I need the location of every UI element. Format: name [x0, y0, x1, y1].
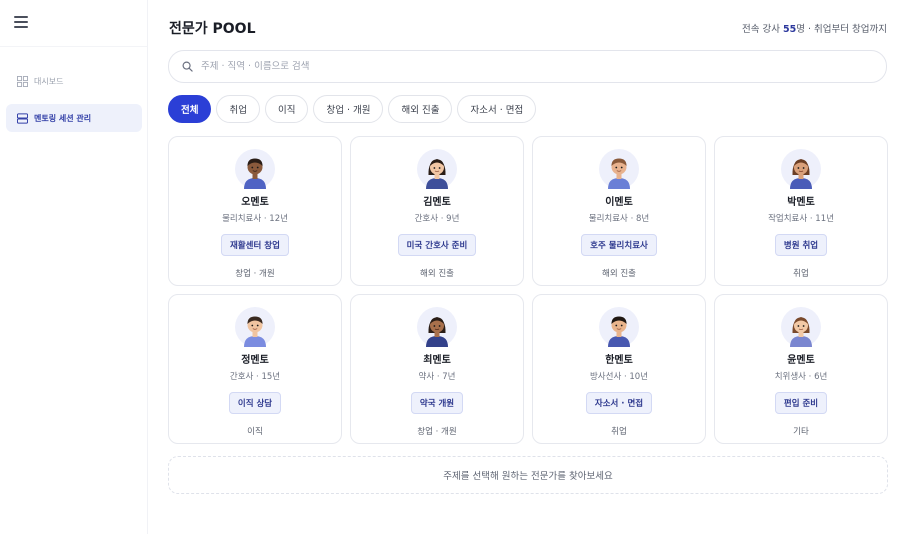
mentor-category: 기타	[793, 427, 809, 437]
person-avatar-icon	[244, 316, 266, 347]
page-title: 전문가 POOL	[169, 21, 256, 37]
mentor-topic-badge: 이직 상담	[228, 392, 282, 414]
mentor-card[interactable]: 김멘토 간호사 · 9년 미국 간호사 준비 해외 진출	[350, 136, 524, 286]
mentor-category: 해외 진출	[420, 269, 454, 279]
grid-icon	[17, 75, 28, 87]
person-avatar-icon	[426, 317, 448, 347]
avatar	[235, 149, 275, 189]
sidebar-item-label: 대시보드	[34, 76, 64, 86]
mentor-role: 간호사 · 9년	[414, 214, 460, 224]
person-avatar-icon	[608, 158, 630, 189]
mentor-name: 오멘토	[241, 197, 269, 208]
instructor-count: 55	[783, 24, 797, 35]
mentor-role: 간호사 · 15년	[229, 372, 281, 382]
mentor-card[interactable]: 한멘토 방사선사 · 10년 자소서 · 면접 취업	[532, 294, 706, 444]
mentor-name: 최멘토	[423, 355, 451, 366]
mentor-card[interactable]: 이멘토 물리치료사 · 8년 호주 물리치료사 해외 진출	[532, 136, 706, 286]
sidebar: 대시보드 멘토링 세션 관리	[0, 0, 148, 534]
mentor-category: 취업	[793, 269, 809, 279]
mentor-role: 약사 · 7년	[418, 372, 456, 382]
avatar	[235, 307, 275, 347]
mentor-category: 창업 · 개원	[417, 427, 457, 437]
category-tabs: 전체 취업 이직 창업 · 개원 해외 진출 자소서 · 면접	[168, 95, 537, 123]
person-avatar-icon	[790, 159, 812, 189]
mentor-name: 한멘토	[605, 355, 633, 366]
mentor-role: 물리치료사 · 12년	[222, 214, 288, 224]
search-bar	[168, 50, 887, 83]
mentor-card[interactable]: 윤멘토 치위생사 · 6년 편입 준비 기타	[714, 294, 888, 444]
mentor-grid: 오멘토 물리치료사 · 12년 재활센터 창업 창업 · 개원 김멘토 간호사 …	[168, 136, 888, 444]
layers-icon	[17, 112, 28, 124]
sidebar-item-label: 멘토링 세션 관리	[34, 113, 92, 123]
mentor-topic-badge: 재활센터 창업	[221, 234, 289, 256]
tab-job-change[interactable]: 이직	[264, 95, 309, 123]
mentor-card[interactable]: 정멘토 간호사 · 15년 이직 상담 이직	[168, 294, 342, 444]
sidebar-divider	[0, 46, 147, 47]
avatar	[417, 149, 457, 189]
mentor-topic-badge: 호주 물리치료사	[581, 234, 657, 256]
person-avatar-icon	[790, 317, 812, 347]
person-avatar-icon	[426, 159, 448, 189]
avatar	[781, 149, 821, 189]
mentor-category: 취업	[611, 427, 627, 437]
mentor-name: 윤멘토	[787, 355, 815, 366]
mentor-topic-badge: 편입 준비	[774, 392, 828, 414]
tab-all[interactable]: 전체	[168, 95, 212, 123]
avatar	[781, 307, 821, 347]
person-avatar-icon	[608, 316, 630, 347]
mentor-card[interactable]: 박멘토 작업치료사 · 11년 병원 취업 취업	[714, 136, 888, 286]
search-icon	[182, 61, 193, 72]
mentor-name: 정멘토	[241, 355, 269, 366]
avatar	[599, 307, 639, 347]
tab-resume-interview[interactable]: 자소서 · 면접	[457, 95, 537, 123]
mentor-card[interactable]: 최멘토 약사 · 7년 약국 개원 창업 · 개원	[350, 294, 524, 444]
mentor-category: 이직	[247, 427, 263, 437]
mentor-name: 김멘토	[423, 197, 451, 208]
mentor-role: 물리치료사 · 8년	[588, 214, 650, 224]
mentor-topic-badge: 병원 취업	[774, 234, 828, 256]
tab-startup[interactable]: 창업 · 개원	[313, 95, 384, 123]
tab-overseas[interactable]: 해외 진출	[388, 95, 453, 123]
mentor-category: 창업 · 개원	[235, 269, 275, 279]
tab-employment[interactable]: 취업	[216, 95, 260, 123]
subtitle-suffix: 명 · 취업부터 창업까지	[796, 24, 887, 35]
avatar	[417, 307, 457, 347]
subtitle-prefix: 전속 강사	[742, 24, 784, 35]
sidebar-item-mentoring-sessions[interactable]: 멘토링 세션 관리	[6, 104, 142, 132]
mentor-topic-badge: 자소서 · 면접	[585, 392, 653, 414]
mentor-role: 방사선사 · 10년	[589, 372, 649, 382]
mentor-card[interactable]: 오멘토 물리치료사 · 12년 재활센터 창업 창업 · 개원	[168, 136, 342, 286]
mentor-role: 치위생사 · 6년	[774, 372, 828, 382]
avatar	[599, 149, 639, 189]
mentor-name: 이멘토	[605, 197, 633, 208]
mentor-topic-badge: 미국 간호사 준비	[397, 234, 477, 256]
mentor-topic-badge: 약국 개원	[410, 392, 464, 414]
mentor-role: 작업치료사 · 11년	[768, 214, 834, 224]
page-subtitle: 전속 강사 55명 · 취업부터 창업까지	[742, 21, 887, 35]
person-avatar-icon	[244, 158, 266, 189]
mentor-name: 박멘토	[787, 197, 815, 208]
sidebar-item-dashboard[interactable]: 대시보드	[6, 67, 142, 95]
hamburger-menu-icon[interactable]	[14, 16, 28, 30]
mentor-category: 해외 진출	[602, 269, 636, 279]
selection-hint: 주제를 선택해 원하는 전문가를 찾아보세요	[168, 456, 888, 494]
search-input[interactable]	[201, 61, 801, 72]
